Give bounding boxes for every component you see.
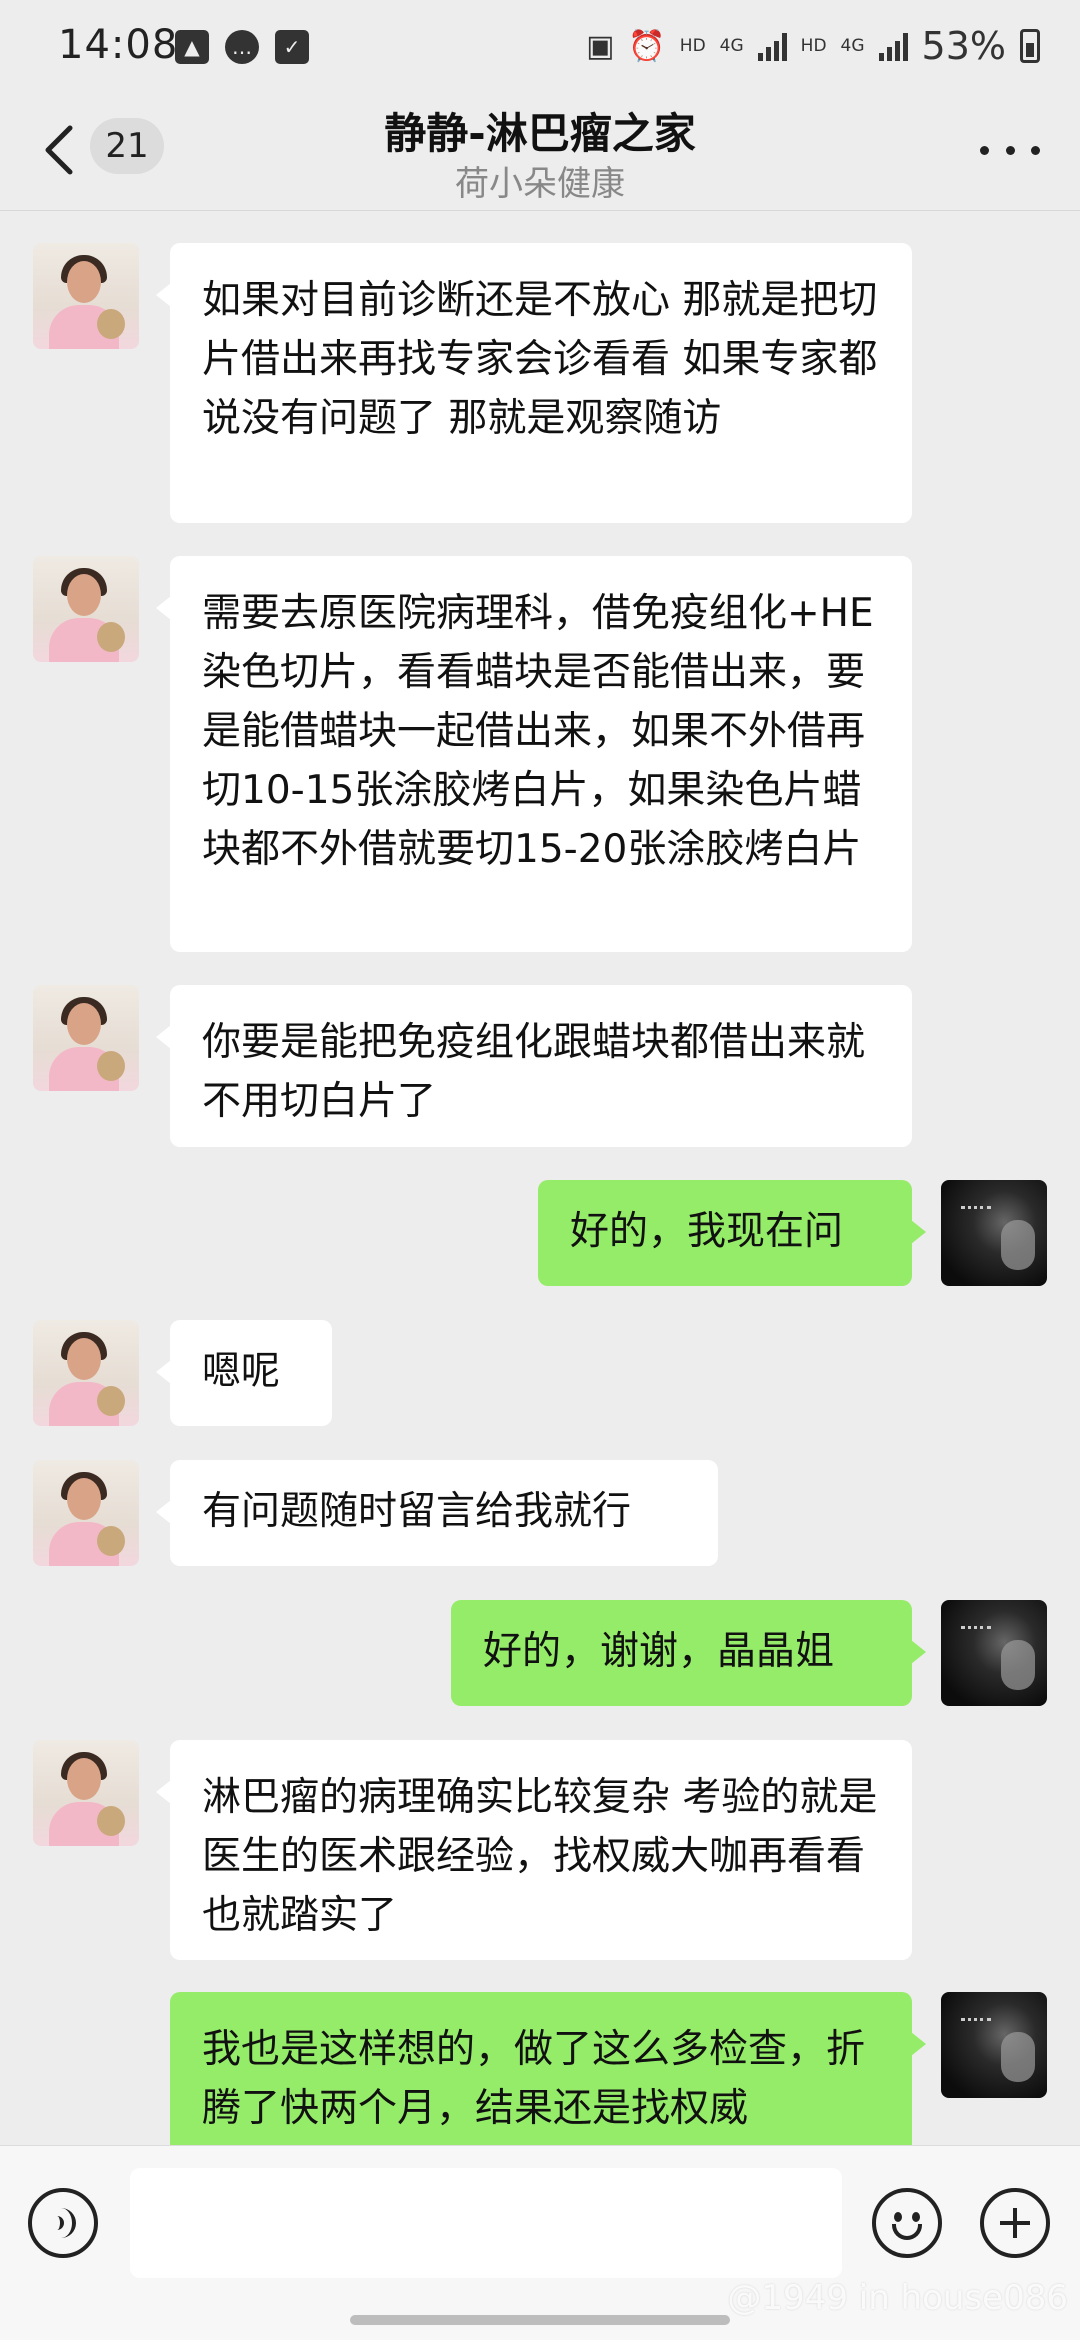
self-avatar[interactable] — [941, 1180, 1047, 1286]
message-bubble[interactable]: 需要去原医院病理科，借免疫组化+HE染色切片，看看蜡块是否能借出来，要是能借蜡块… — [156, 556, 912, 952]
alarm-icon: ⏰ — [628, 28, 666, 64]
status-system-icons: ▣ ⏰ HD 4G HD 4G 53% — [586, 24, 1040, 68]
checkbox-icon: ✓ — [275, 30, 309, 64]
more-options-button[interactable] — [980, 130, 1040, 170]
message-bubble[interactable]: 好的，谢谢，晶晶姐 — [451, 1600, 926, 1706]
watermark: @1949 in house086 — [727, 2278, 1068, 2318]
chat-title: 静静-淋巴瘤之家 — [384, 109, 696, 158]
chat-screen: 14:08 ▲ … ✓ ▣ ⏰ HD 4G HD 4G 53% 21 静静-淋巴… — [0, 0, 1080, 2340]
gallery-icon: ▲ — [175, 30, 209, 64]
contact-avatar[interactable] — [33, 1320, 139, 1426]
voice-input-icon[interactable] — [28, 2188, 98, 2258]
signal-strength-icon-1 — [757, 31, 787, 61]
dot-icon — [980, 145, 989, 155]
home-indicator[interactable] — [350, 2315, 730, 2325]
message-bubble[interactable]: 嗯呢 — [156, 1320, 332, 1426]
emoji-icon[interactable] — [872, 2188, 942, 2258]
add-attachment-icon[interactable] — [980, 2188, 1050, 2258]
message-bubble[interactable]: 有问题随时留言给我就行 — [156, 1460, 718, 1566]
contact-avatar[interactable] — [33, 1460, 139, 1566]
chat-header: 21 静静-淋巴瘤之家 荷小朵健康 — [0, 100, 1080, 211]
contact-avatar[interactable] — [33, 243, 139, 349]
message-bubble[interactable]: 好的，我现在问 — [538, 1180, 926, 1286]
network-gen-1: 4G — [719, 36, 744, 56]
network-hd-1: HD — [679, 36, 706, 56]
self-avatar[interactable] — [941, 1600, 1047, 1706]
battery-icon — [1020, 29, 1040, 63]
status-notification-icons: ▲ … ✓ — [175, 30, 309, 64]
message-input[interactable] — [130, 2168, 842, 2278]
message-bubble[interactable]: 如果对目前诊断还是不放心 那就是把切片借出来再找专家会诊看看 如果专家都说没有问… — [156, 243, 912, 523]
message-bubble[interactable]: 你要是能把免疫组化跟蜡块都借出来就不用切白片了 — [156, 985, 912, 1147]
message-bubble[interactable]: 淋巴瘤的病理确实比较复杂 考验的就是医生的医术跟经验，找权威大咖再看看也就踏实了 — [156, 1740, 912, 1960]
signal-strength-icon-2 — [878, 31, 908, 61]
self-avatar[interactable] — [941, 1992, 1047, 2098]
dot-icon — [1005, 145, 1015, 155]
status-time: 14:08 — [58, 22, 179, 68]
network-hd-2: HD — [800, 36, 827, 56]
contact-avatar[interactable] — [33, 1740, 139, 1846]
status-bar: 14:08 ▲ … ✓ ▣ ⏰ HD 4G HD 4G 53% — [0, 0, 1080, 100]
dot-icon — [1031, 145, 1040, 155]
contact-avatar[interactable] — [33, 985, 139, 1091]
message-icon: … — [225, 30, 259, 64]
car-icon: ▣ — [586, 28, 615, 64]
battery-percent: 53% — [921, 24, 1006, 68]
chat-subtitle: 荷小朵健康 — [455, 164, 625, 204]
contact-avatar[interactable] — [33, 556, 139, 662]
network-gen-2: 4G — [840, 36, 865, 56]
